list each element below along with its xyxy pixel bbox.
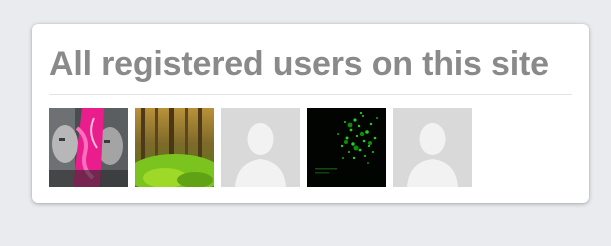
user-avatar-5[interactable] [393, 108, 472, 187]
default-user-icon [393, 108, 472, 187]
user-avatar-list [49, 108, 472, 187]
user-avatar-4[interactable] [307, 108, 386, 187]
avatar-image [307, 108, 386, 187]
avatar-image [49, 108, 128, 187]
widget-title: All registered users on this site [49, 45, 549, 83]
avatar-image [135, 108, 214, 187]
title-divider [49, 94, 572, 95]
registered-users-widget: All registered users on this site [32, 24, 589, 203]
default-user-icon [221, 108, 300, 187]
user-avatar-2[interactable] [135, 108, 214, 187]
user-avatar-1[interactable] [49, 108, 128, 187]
user-avatar-3[interactable] [221, 108, 300, 187]
